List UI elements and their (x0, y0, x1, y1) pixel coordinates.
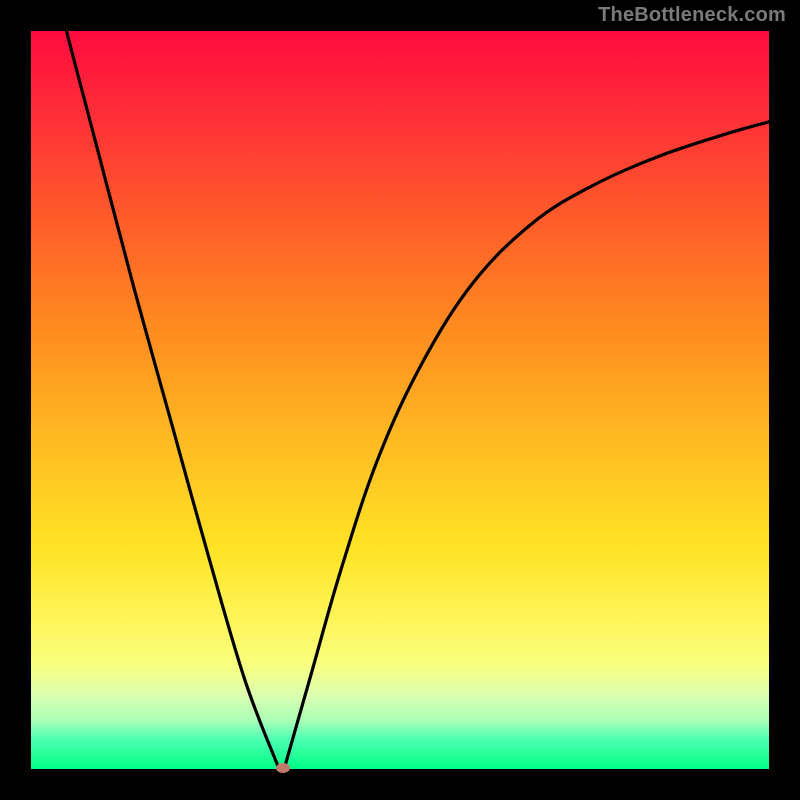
curve-left-branch (66, 31, 278, 767)
curve-right-branch (284, 122, 769, 769)
minimum-marker (276, 763, 290, 773)
chart-plot-area (31, 31, 769, 769)
chart-curves (31, 31, 769, 769)
watermark-text: TheBottleneck.com (598, 4, 786, 27)
